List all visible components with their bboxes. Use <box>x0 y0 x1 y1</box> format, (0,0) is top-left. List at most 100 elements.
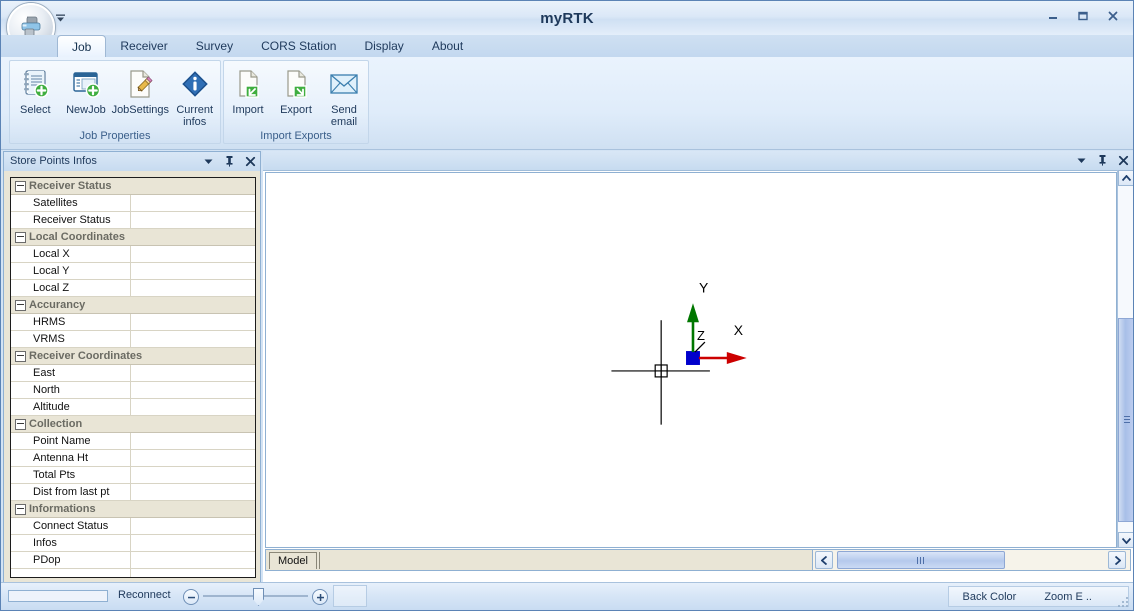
property-group-collection[interactable]: Collection <box>11 416 255 433</box>
drawing-canvas-area[interactable]: Y X Z <box>265 172 1117 548</box>
quick-access-dropdown[interactable] <box>53 11 67 25</box>
property-label: Local Z <box>11 280 131 296</box>
property-value[interactable] <box>131 195 255 211</box>
property-row[interactable]: Local Z <box>11 280 255 297</box>
tab-survey[interactable]: Survey <box>182 35 247 57</box>
property-label: Connect Status <box>11 518 131 534</box>
ribbon-button-import[interactable]: Import <box>224 64 272 128</box>
drawing-bottom-bar: Model <box>265 549 1131 571</box>
collapse-icon[interactable] <box>11 178 29 194</box>
property-row[interactable]: PDop <box>11 552 255 569</box>
status-message[interactable]: Reconnect <box>118 589 171 601</box>
property-row[interactable]: HRMS <box>11 314 255 331</box>
horizontal-scroll-thumb[interactable] <box>837 551 1005 569</box>
property-row[interactable]: Satellites <box>11 195 255 212</box>
collapse-icon[interactable] <box>11 348 29 364</box>
property-group-informations[interactable]: Informations <box>11 501 255 518</box>
close-button[interactable] <box>1099 6 1127 25</box>
zoom-in-button[interactable] <box>312 589 328 605</box>
tab-job[interactable]: Job <box>57 35 107 57</box>
drawing-canvas[interactable]: Y X Z <box>266 173 1116 547</box>
property-row[interactable]: Total Pts <box>11 467 255 484</box>
property-value[interactable] <box>131 433 255 449</box>
property-value[interactable] <box>131 484 255 500</box>
property-value[interactable] <box>131 365 255 381</box>
ribbon-button-export[interactable]: Export <box>272 64 320 128</box>
minimize-button[interactable] <box>1039 6 1067 25</box>
drawing-panel-close-icon[interactable] <box>1117 153 1129 167</box>
property-value[interactable] <box>131 263 255 279</box>
scroll-up-button[interactable] <box>1118 170 1133 186</box>
ribbon-button-jobsettings[interactable]: JobSettings <box>111 64 169 128</box>
application-window: myRTK Job Receiver Survey CORS Station D… <box>0 0 1134 611</box>
zoom-slider-thumb[interactable] <box>253 588 264 606</box>
property-value[interactable] <box>131 518 255 534</box>
property-row[interactable]: Local X <box>11 246 255 263</box>
property-row[interactable]: Point Name <box>11 433 255 450</box>
zoom-extents-button[interactable]: Zoom E .. <box>1030 591 1106 603</box>
property-row[interactable]: East <box>11 365 255 382</box>
canvas-horizontal-scrollbar[interactable] <box>813 549 1131 571</box>
property-row[interactable]: Altitude <box>11 399 255 416</box>
property-value[interactable] <box>131 331 255 347</box>
property-value[interactable] <box>131 467 255 483</box>
back-color-button[interactable]: Back Color <box>949 591 1031 603</box>
canvas-vertical-scrollbar[interactable] <box>1117 170 1133 548</box>
panel-close-icon[interactable] <box>244 154 256 168</box>
collapse-icon[interactable] <box>11 297 29 313</box>
property-row[interactable]: VRMS <box>11 331 255 348</box>
ribbon-button-current-infos[interactable]: Current infos <box>169 64 220 128</box>
property-label: Local Y <box>11 263 131 279</box>
scroll-left-button[interactable] <box>815 551 833 569</box>
property-value[interactable] <box>131 314 255 330</box>
panel-pin-icon[interactable] <box>223 154 235 168</box>
property-row[interactable]: Connect Status <box>11 518 255 535</box>
tab-about[interactable]: About <box>418 35 477 57</box>
property-value[interactable] <box>131 212 255 228</box>
property-group-receiver-status[interactable]: Receiver Status <box>11 178 255 195</box>
maximize-button[interactable] <box>1069 6 1097 25</box>
zoom-slider[interactable] <box>183 587 328 606</box>
resize-grip[interactable] <box>1118 595 1130 607</box>
ribbon-button-select[interactable]: Select <box>10 64 61 128</box>
tab-survey-label: Survey <box>195 39 234 53</box>
property-value[interactable] <box>131 382 255 398</box>
drawing-panel-pin-icon[interactable] <box>1096 153 1108 167</box>
drawing-panel-dropdown-icon[interactable] <box>1075 153 1087 167</box>
property-group-receiver-coordinates[interactable]: Receiver Coordinates <box>11 348 255 365</box>
property-value[interactable] <box>131 280 255 296</box>
property-group-accurancy[interactable]: Accurancy <box>11 297 255 314</box>
property-row[interactable]: Receiver Status <box>11 212 255 229</box>
tab-model[interactable]: Model <box>269 551 317 569</box>
panel-dropdown-icon[interactable] <box>202 154 214 168</box>
scroll-down-button[interactable] <box>1118 532 1133 548</box>
property-value[interactable] <box>131 450 255 466</box>
property-value[interactable] <box>131 535 255 551</box>
property-group-local-coordinates[interactable]: Local Coordinates <box>11 229 255 246</box>
zoom-out-button[interactable] <box>183 589 199 605</box>
vertical-scroll-thumb[interactable] <box>1118 318 1133 522</box>
layout-tab-strip[interactable]: Model <box>265 549 813 571</box>
collapse-icon[interactable] <box>11 229 29 245</box>
property-value[interactable] <box>131 246 255 262</box>
ribbon-button-export-label: Export <box>280 104 312 116</box>
property-row[interactable]: Infos <box>11 535 255 552</box>
property-value[interactable] <box>131 552 255 568</box>
status-cell-1[interactable] <box>333 585 367 607</box>
property-row[interactable]: Antenna Ht <box>11 450 255 467</box>
property-row[interactable]: North <box>11 382 255 399</box>
scroll-right-button[interactable] <box>1108 551 1126 569</box>
property-row[interactable]: Dist from last pt <box>11 484 255 501</box>
status-right-group: Back Color Zoom E .. <box>947 586 1129 607</box>
tab-cors-station[interactable]: CORS Station <box>247 35 350 57</box>
property-value[interactable] <box>131 399 255 415</box>
collapse-icon[interactable] <box>11 501 29 517</box>
tab-receiver[interactable]: Receiver <box>106 35 181 57</box>
ribbon-button-select-label: Select <box>20 104 51 116</box>
ribbon-button-send-email[interactable]: Send email <box>320 64 368 128</box>
property-row[interactable]: Local Y <box>11 263 255 280</box>
ribbon-button-newjob[interactable]: NewJob <box>61 64 112 128</box>
property-grid[interactable]: Receiver Status Satellites Receiver Stat… <box>10 177 256 578</box>
tab-display[interactable]: Display <box>350 35 417 57</box>
collapse-icon[interactable] <box>11 416 29 432</box>
